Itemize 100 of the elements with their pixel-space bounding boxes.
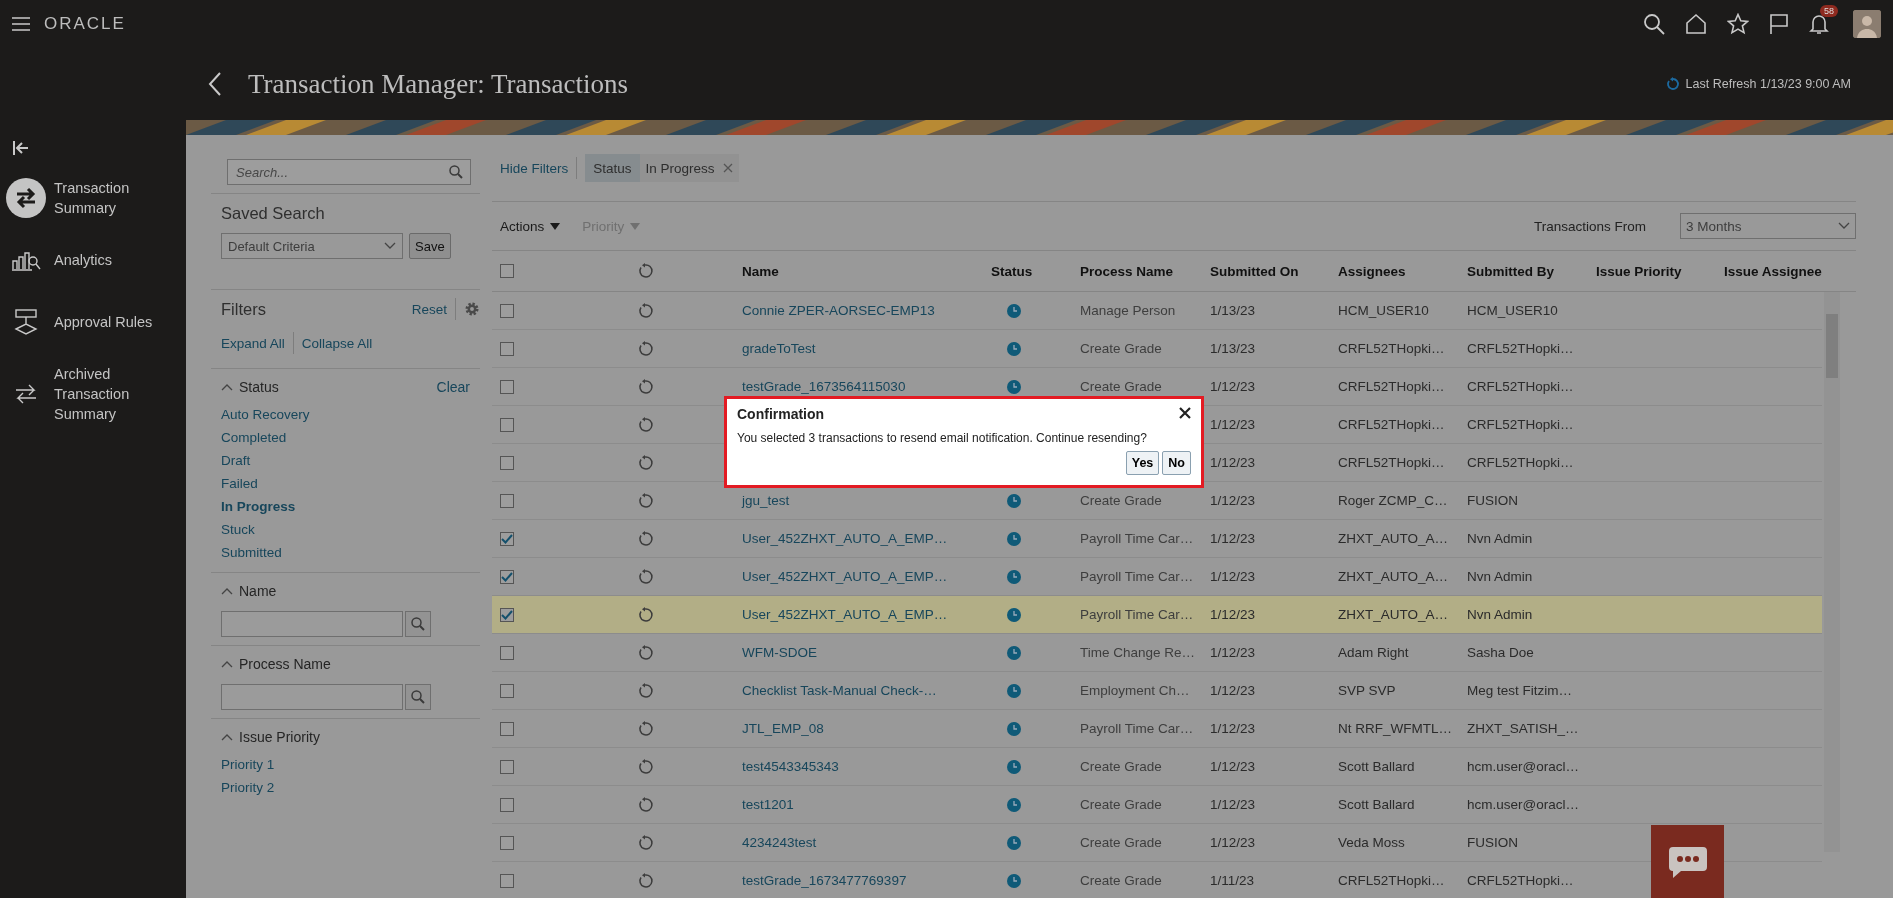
collapse-chevron-icon[interactable] [221, 383, 233, 391]
column-header[interactable]: Submitted By [1467, 263, 1596, 279]
transaction-link[interactable]: gradeToTest [742, 341, 816, 356]
hide-filters-link[interactable]: Hide Filters [500, 160, 569, 176]
refresh-icon[interactable] [1665, 77, 1680, 91]
transaction-link[interactable]: JTL_EMP_08 [742, 721, 824, 736]
filter-option[interactable]: In Progress [221, 499, 296, 514]
table-row[interactable]: Checklist Task-Manual Check-… Employment Ch… 1/12/23 SVP SVP Meg test Fitzim… [492, 672, 1822, 710]
resend-icon[interactable] [637, 682, 653, 699]
resend-icon[interactable] [637, 568, 653, 585]
chat-button[interactable] [1651, 825, 1724, 898]
save-button[interactable]: Save [409, 233, 451, 259]
back-icon[interactable] [208, 71, 222, 97]
close-icon[interactable] [722, 163, 733, 173]
search-icon[interactable] [1643, 13, 1665, 35]
dialog-button[interactable]: No [1162, 451, 1191, 475]
table-row[interactable]: User_452ZHXT_AUTO_A_EMP… Payroll Time Car… 1/12/23 ZHXT_AUTO_A… Nvn Admin [492, 520, 1822, 558]
search-button[interactable] [405, 611, 431, 637]
expand-all-link[interactable]: Expand All [221, 335, 285, 351]
resend-icon[interactable] [637, 454, 653, 471]
resend-icon[interactable] [637, 416, 653, 433]
filter-option[interactable]: Priority 2 [221, 780, 275, 795]
row-checkbox[interactable] [500, 683, 514, 698]
table-row[interactable]: JTL_EMP_08 Payroll Time Car… 1/12/23 Nt RRF_WFMTL… ZHXT_SATISH_… [492, 710, 1822, 748]
column-header[interactable]: Name [742, 263, 985, 279]
row-checkbox[interactable] [500, 303, 514, 318]
star-icon[interactable] [1727, 13, 1749, 35]
column-header[interactable]: Submitted On [1210, 263, 1338, 279]
transaction-link[interactable]: Connie ZPER-AORSEC-EMP13 [742, 303, 935, 318]
menu-icon[interactable] [12, 17, 30, 31]
transaction-link[interactable]: User_452ZHXT_AUTO_A_EMP… [742, 531, 948, 546]
filter-option[interactable]: Completed [221, 430, 287, 445]
nav-item[interactable]: Analytics [0, 240, 186, 280]
chevron-down-icon[interactable] [1838, 222, 1850, 230]
filter-option[interactable]: Auto Recovery [221, 407, 310, 422]
caret-icon[interactable] [550, 222, 561, 230]
resend-icon[interactable] [637, 796, 653, 813]
row-checkbox[interactable] [500, 493, 514, 508]
bell-icon[interactable] [1809, 13, 1829, 35]
column-header[interactable]: Issue Priority [1596, 263, 1724, 279]
row-checkbox[interactable] [500, 797, 514, 812]
resend-icon[interactable] [637, 263, 653, 279]
filter-option[interactable]: Failed [221, 476, 258, 491]
reset-link[interactable]: Reset [411, 301, 447, 317]
collapse-chevron-icon[interactable] [221, 660, 233, 668]
filter-option[interactable]: Submitted [221, 545, 282, 560]
actions-menu[interactable]: Actions [500, 218, 561, 234]
chat-bubble-icon[interactable] [1666, 844, 1709, 879]
table-row[interactable]: Connie ZPER-AORSEC-EMP13 Manage Person 1/13/23 HCM_USER10 HCM_USER10 [492, 292, 1822, 330]
transaction-link[interactable]: Checklist Task-Manual Check-… [742, 683, 937, 698]
table-row[interactable]: test1201 Create Grade 1/12/23 Scott Ballard hcm.user@oracl… [492, 786, 1822, 824]
row-checkbox[interactable] [500, 341, 514, 356]
row-checkbox[interactable] [500, 873, 514, 888]
clear-link[interactable]: Clear [436, 379, 470, 395]
table-row[interactable]: WFM-SDOE Time Change Re… 1/12/23 Adam Right Sasha Doe [492, 634, 1822, 672]
resend-icon[interactable] [637, 530, 653, 547]
column-header[interactable]: Issue Assignee [1724, 263, 1840, 279]
dialog-button[interactable]: Yes [1125, 451, 1160, 475]
column-header[interactable]: Assignees [1338, 263, 1467, 279]
transaction-link[interactable]: 4234243test [742, 835, 817, 850]
filter-input-field[interactable] [221, 611, 403, 637]
filter-input-field[interactable] [221, 684, 403, 710]
row-checkbox[interactable] [500, 721, 514, 736]
transaction-link[interactable]: test1201 [742, 797, 794, 812]
home-icon[interactable] [1685, 13, 1707, 35]
filter-option[interactable]: Priority 1 [221, 757, 275, 772]
table-row[interactable]: gradeToTest Create Grade 1/13/23 CRFL52THopki… CRFL52THopki… [492, 330, 1822, 368]
filter-option[interactable]: Draft [221, 453, 251, 468]
logo[interactable]: ORACLE [44, 14, 126, 34]
nav-item[interactable]: Approval Rules [0, 302, 186, 342]
row-checkbox[interactable] [500, 379, 514, 394]
resend-icon[interactable] [637, 606, 653, 623]
filter-option[interactable]: Stuck [221, 522, 255, 537]
saved-search-dropdown[interactable]: Default Criteria [221, 233, 403, 259]
row-checkbox[interactable] [500, 417, 514, 432]
scrollbar[interactable] [1824, 292, 1840, 852]
resend-icon[interactable] [637, 644, 653, 661]
resend-icon[interactable] [637, 834, 653, 851]
resend-icon[interactable] [637, 378, 653, 395]
nav-item[interactable]: Transaction Summary [0, 178, 186, 218]
collapse-chevron-icon[interactable] [221, 587, 233, 595]
column-header[interactable]: Status [991, 263, 1080, 279]
transaction-link[interactable]: testGrade_1673477769397 [742, 873, 907, 888]
resend-icon[interactable] [637, 340, 653, 357]
table-row[interactable]: test4543345343 Create Grade 1/12/23 Scott Ballard hcm.user@oracl… [492, 748, 1822, 786]
row-checkbox[interactable] [500, 531, 514, 546]
transaction-link[interactable]: User_452ZHXT_AUTO_A_EMP… [742, 569, 948, 584]
transaction-link[interactable]: testGrade_1673564115030 [742, 379, 906, 394]
chevron-down-icon[interactable] [384, 242, 396, 250]
collapse-all-link[interactable]: Collapse All [301, 335, 373, 351]
settings-icon[interactable] [464, 301, 480, 317]
resend-icon[interactable] [637, 492, 653, 509]
resend-icon[interactable] [637, 872, 653, 889]
resend-icon[interactable] [637, 758, 653, 775]
row-checkbox[interactable] [500, 645, 514, 660]
column-header[interactable]: Process Name [1080, 263, 1210, 279]
search-input[interactable]: Search... [234, 163, 448, 181]
transaction-link[interactable]: jgu_test [742, 493, 790, 508]
resend-icon[interactable] [637, 720, 653, 737]
collapse-panel-icon[interactable] [12, 140, 30, 156]
